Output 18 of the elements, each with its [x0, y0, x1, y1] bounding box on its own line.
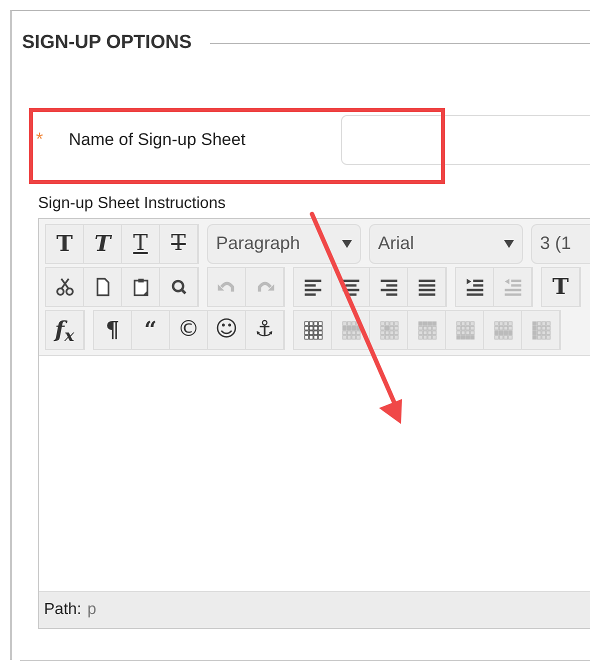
- dropdown[interactable]: Paragraph: [207, 224, 361, 264]
- path-value: p: [87, 600, 96, 620]
- dropdown[interactable]: 3 (1: [531, 224, 590, 264]
- field-label: Sign-up Sheet Instructions: [38, 194, 227, 214]
- table-insert-left-icon: [530, 318, 552, 340]
- required-mark: *: [36, 128, 44, 151]
- input-field[interactable]: [341, 114, 590, 164]
- path-label: Path:: [44, 600, 82, 620]
- table-insert-below-icon: [454, 318, 476, 340]
- table-delete-icon: [492, 318, 514, 340]
- dropdown[interactable]: Arial: [369, 224, 523, 264]
- table-cell-icon: [378, 318, 400, 340]
- table-insert-above-icon: [416, 318, 438, 340]
- table-row-icon: [340, 318, 362, 340]
- section-title: SIGN-UP OPTIONS: [22, 31, 192, 55]
- field-label: Name of Sign-up Sheet: [68, 128, 246, 151]
- cut-icon: [54, 276, 76, 298]
- table-icon: [302, 318, 324, 340]
